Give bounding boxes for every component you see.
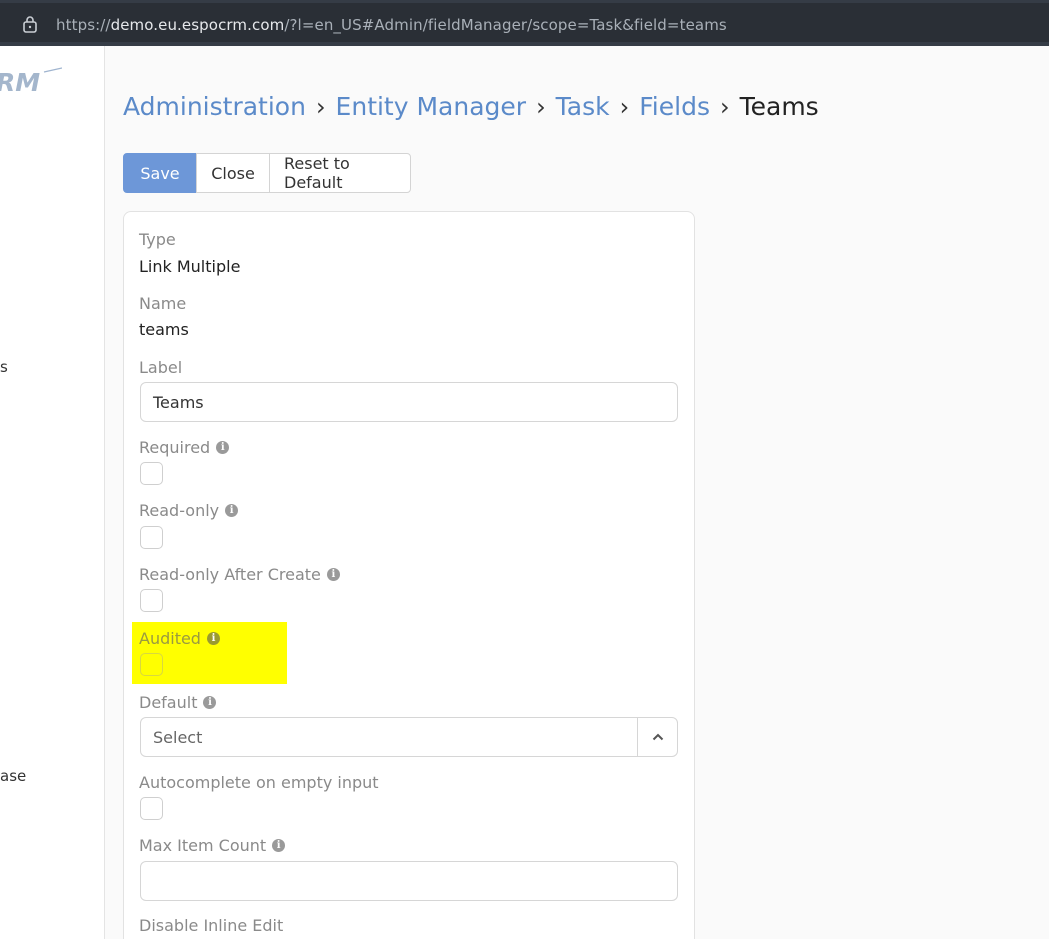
- breadcrumb-separator: ›: [619, 93, 630, 121]
- reset-to-default-button[interactable]: Reset to Default: [269, 153, 411, 193]
- label-label-text: Label: [139, 358, 183, 377]
- url-text[interactable]: https://demo.eu.espocrm.com/?l=en_US#Adm…: [56, 16, 727, 34]
- default-select-toggle[interactable]: [637, 718, 677, 756]
- action-button-group: Save Close Reset to Default: [123, 153, 411, 193]
- label-label: Label: [139, 358, 182, 377]
- breadcrumb-fields[interactable]: Fields: [639, 92, 710, 121]
- read-only-after-create-label-text: Read-only After Create: [139, 565, 321, 584]
- address-field[interactable]: https://demo.eu.espocrm.com/?l=en_US#Adm…: [0, 3, 1049, 42]
- disable-inline-edit-label-text: Disable Inline Edit: [139, 916, 284, 935]
- info-icon[interactable]: i: [206, 632, 220, 645]
- name-value: teams: [139, 320, 189, 339]
- audited-label-text: Audited: [139, 629, 201, 648]
- max-item-count-input[interactable]: [140, 861, 678, 901]
- info-icon[interactable]: i: [225, 504, 239, 517]
- label-input[interactable]: Teams: [140, 382, 678, 422]
- sidebar-item-fragment[interactable]: ase: [0, 767, 26, 785]
- autocomplete-on-empty-label: Autocomplete on empty input: [139, 773, 379, 792]
- label-input-value: Teams: [153, 392, 204, 412]
- name-label-text: Name: [139, 294, 187, 313]
- breadcrumb: Administration › Entity Manager › Task › Field…: [123, 92, 819, 121]
- default-label: Default i: [139, 693, 217, 712]
- default-select[interactable]: Select: [140, 717, 678, 757]
- read-only-after-create-checkbox[interactable]: [140, 589, 163, 612]
- lock-icon[interactable]: [22, 15, 38, 33]
- chevron-up-icon: [652, 733, 663, 741]
- breadcrumb-separator: ›: [536, 93, 546, 121]
- read-only-checkbox[interactable]: [140, 526, 163, 549]
- autocomplete-on-empty-checkbox[interactable]: [140, 797, 163, 820]
- type-value: Link Multiple: [139, 257, 241, 276]
- required-checkbox[interactable]: [140, 462, 163, 485]
- url-host: demo.eu.espocrm.com: [110, 16, 285, 34]
- logo-text: RM: [0, 68, 40, 96]
- name-label: Name: [139, 294, 186, 313]
- info-icon[interactable]: i: [272, 839, 286, 852]
- required-label: Required i: [139, 438, 230, 457]
- read-only-label: Read-only i: [139, 501, 239, 520]
- browser-url-bar: https://demo.eu.espocrm.com/?l=en_US#Adm…: [0, 0, 1049, 46]
- read-only-label-text: Read-only: [139, 501, 220, 520]
- sidebar: RM s ase: [0, 46, 105, 939]
- page-title: Teams: [739, 92, 819, 121]
- max-item-count-label-text: Max Item Count: [139, 836, 267, 855]
- url-path: /?l=en_US#Admin/fieldManager/scope=Task&…: [284, 16, 727, 34]
- breadcrumb-separator: ›: [315, 93, 326, 121]
- info-icon[interactable]: i: [216, 441, 230, 454]
- audited-checkbox[interactable]: [140, 653, 163, 676]
- breadcrumb-separator: ›: [719, 93, 730, 121]
- default-select-placeholder: Select: [153, 727, 203, 747]
- required-label-text: Required: [139, 438, 211, 457]
- url-prefix: https://: [56, 16, 111, 34]
- audited-label: Audited i: [139, 629, 220, 648]
- read-only-after-create-label: Read-only After Create i: [139, 565, 340, 584]
- sidebar-item-fragment[interactable]: s: [0, 358, 8, 376]
- info-icon[interactable]: i: [203, 696, 217, 709]
- breadcrumb-administration[interactable]: Administration: [123, 92, 306, 121]
- type-label: Type: [139, 230, 176, 249]
- close-button[interactable]: Close: [196, 153, 270, 193]
- breadcrumb-task[interactable]: Task: [556, 92, 610, 121]
- disable-inline-edit-label: Disable Inline Edit: [139, 916, 283, 935]
- save-button[interactable]: Save: [123, 153, 197, 193]
- logo[interactable]: RM: [0, 66, 62, 96]
- default-label-text: Default: [139, 693, 198, 712]
- autocomplete-on-empty-label-text: Autocomplete on empty input: [139, 773, 379, 792]
- type-label-text: Type: [139, 230, 176, 249]
- max-item-count-label: Max Item Count i: [139, 836, 286, 855]
- breadcrumb-entity-manager[interactable]: Entity Manager: [336, 92, 527, 121]
- info-icon[interactable]: i: [326, 568, 340, 581]
